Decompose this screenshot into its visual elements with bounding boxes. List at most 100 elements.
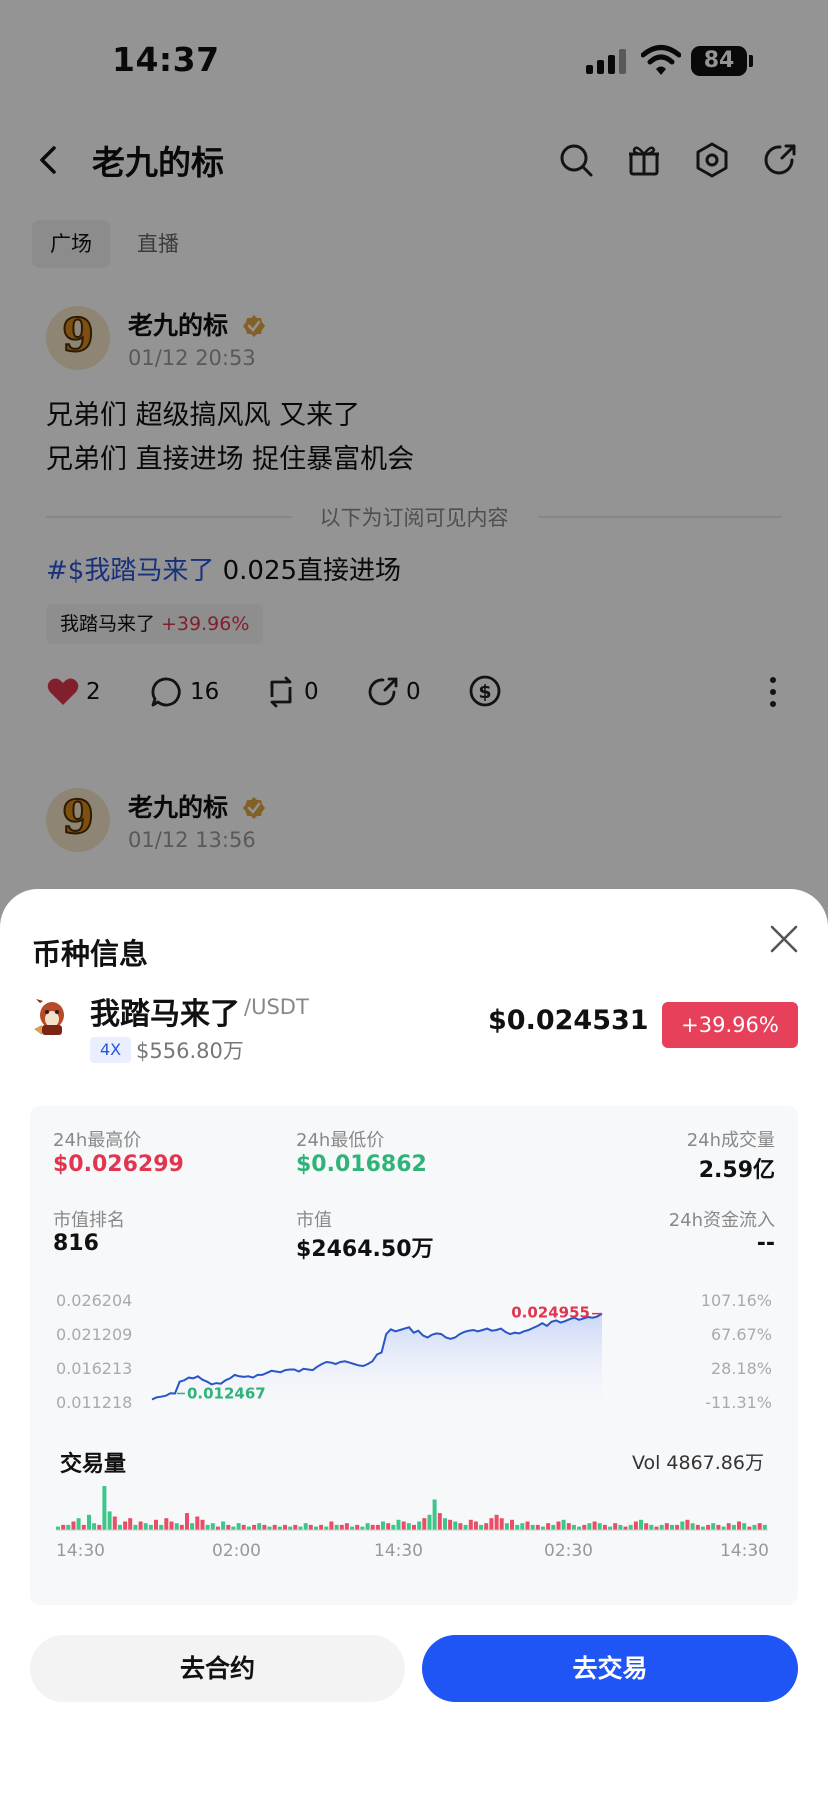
go-trade-button[interactable]: 去交易	[422, 1635, 798, 1702]
volume-bar	[432, 1499, 437, 1530]
volume-bar	[664, 1523, 669, 1530]
volume-bar	[329, 1521, 334, 1530]
volume-bar	[190, 1523, 195, 1530]
volume-bar	[675, 1524, 680, 1530]
volume-bar	[205, 1524, 210, 1530]
y-tick-left: 0.021209	[56, 1325, 132, 1344]
volume-bar	[128, 1518, 133, 1530]
volume-bar	[272, 1524, 277, 1530]
volume-bar	[711, 1523, 716, 1530]
volume-bar	[762, 1524, 767, 1530]
volume-bar	[644, 1523, 649, 1530]
volume-bar	[396, 1519, 401, 1530]
volume-bar	[355, 1524, 360, 1530]
volume-bar	[293, 1524, 298, 1530]
volume-bar	[504, 1523, 509, 1530]
volume-bar	[401, 1521, 406, 1530]
low-value: $0.016862	[296, 1152, 427, 1177]
price-change-badge: +39.96%	[662, 1002, 798, 1048]
volume-chart: 14:30 02:00 14:30 02:30 14:30	[56, 1486, 769, 1561]
volume-bar	[592, 1521, 597, 1530]
volume-bar	[221, 1521, 226, 1530]
volume-bar	[375, 1524, 380, 1530]
volume-bar	[370, 1524, 375, 1530]
volume-bar	[546, 1523, 551, 1530]
volume-bar	[685, 1519, 690, 1530]
y-tick-right: 107.16%	[701, 1291, 772, 1310]
volume-bar	[406, 1523, 411, 1530]
volume-bar	[602, 1524, 607, 1530]
high-annotation: 0.024955	[511, 1304, 590, 1322]
coin-pair: /USDT	[244, 995, 309, 1019]
volume-bar	[71, 1521, 76, 1530]
coin-header: 我踏马来了 /USDT 4X $556.80万 $0.024531 +39.96…	[0, 989, 828, 1069]
volume-bar	[319, 1524, 324, 1530]
volume-bar	[468, 1519, 473, 1530]
volume-bar	[164, 1518, 169, 1530]
volume-bar	[566, 1523, 571, 1530]
volume-bar	[97, 1524, 102, 1530]
volume-bar	[66, 1524, 71, 1530]
volume-bar	[257, 1523, 262, 1530]
volume-bar	[747, 1526, 752, 1530]
volume-bar	[556, 1521, 561, 1530]
market-cap-value: $2464.50万	[296, 1237, 434, 1262]
volume-bar	[288, 1526, 293, 1530]
volume-bar	[159, 1524, 164, 1530]
volume-bar	[706, 1524, 711, 1530]
volume-bar	[314, 1526, 318, 1530]
volume-bar	[61, 1524, 66, 1530]
volume-bar	[458, 1523, 463, 1530]
volume-bar	[56, 1526, 60, 1530]
close-icon[interactable]	[766, 921, 802, 957]
volume-bar	[494, 1514, 499, 1530]
x-tick-label: 14:30	[720, 1541, 769, 1561]
volume-bar	[210, 1523, 215, 1530]
volume-bar	[391, 1524, 396, 1530]
coin-logo-icon	[34, 999, 64, 1035]
volume-bar	[448, 1519, 453, 1530]
y-tick-left: 0.016213	[56, 1359, 132, 1378]
stats-card: 24h最高价 $0.026299 24h最低价 $0.016862 24h成交量…	[30, 1106, 798, 1605]
x-tick-label: 02:30	[544, 1541, 593, 1561]
volume-bar	[87, 1514, 91, 1530]
volume-bar	[731, 1524, 736, 1530]
go-contract-button[interactable]: 去合约	[30, 1635, 405, 1702]
volume-bar	[613, 1523, 618, 1530]
rank-value: 816	[53, 1231, 99, 1256]
volume-bar	[360, 1526, 365, 1530]
volume-bar	[76, 1518, 81, 1530]
volume-bar	[726, 1523, 731, 1530]
volume-bar	[381, 1521, 385, 1530]
volume-bar	[680, 1521, 685, 1530]
volume-bar	[443, 1518, 447, 1530]
volume-bar	[670, 1524, 674, 1530]
volume-bar	[633, 1521, 638, 1530]
volume-bar	[479, 1524, 484, 1530]
volume-bar	[690, 1523, 695, 1530]
rank-label: 市值排名	[53, 1210, 125, 1231]
volume-bar	[236, 1523, 241, 1530]
y-tick-right: 28.18%	[711, 1359, 772, 1378]
high-value: $0.026299	[53, 1152, 184, 1177]
sheet-title: 币种信息	[32, 937, 149, 971]
high-label: 24h最高价	[53, 1130, 142, 1151]
volume-bar	[102, 1486, 107, 1530]
fund-flow-label: 24h资金流入	[668, 1210, 775, 1231]
volume-bar	[515, 1524, 520, 1530]
leverage-badge: 4X	[90, 1037, 132, 1063]
volume-bar	[721, 1526, 726, 1530]
volume-bar	[463, 1524, 468, 1530]
volume-bar	[350, 1526, 355, 1530]
volume-bar	[473, 1521, 478, 1530]
volume-bar	[551, 1524, 556, 1530]
coin-market-cap: $556.80万	[136, 1039, 244, 1063]
volume-bar	[654, 1526, 659, 1530]
volume-bar	[107, 1511, 112, 1530]
low-annotation: 0.012467	[187, 1384, 266, 1402]
y-tick-right: 67.67%	[711, 1325, 772, 1344]
low-label: 24h最低价	[296, 1130, 385, 1151]
volume-bar	[716, 1524, 721, 1530]
volume-bar	[752, 1524, 757, 1530]
volume-bar	[334, 1524, 339, 1530]
